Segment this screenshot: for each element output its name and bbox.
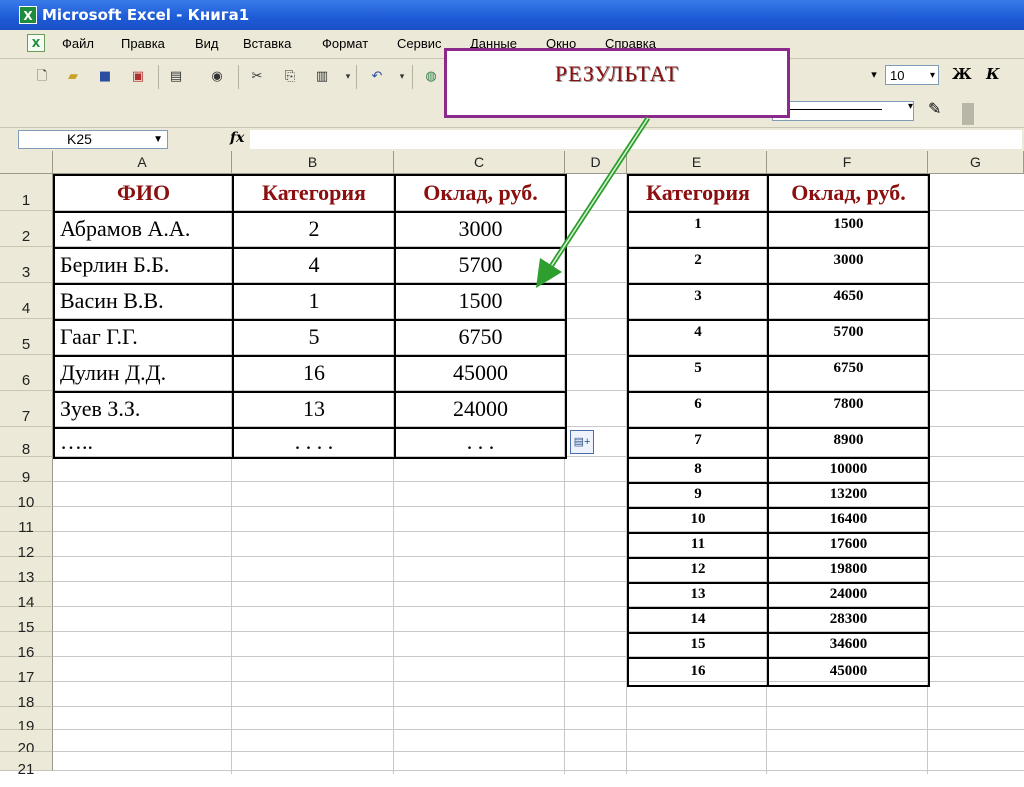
grid-line xyxy=(53,770,1024,771)
paste-options-icon[interactable]: ▤+ xyxy=(570,430,594,454)
callout-arrow xyxy=(536,116,651,288)
